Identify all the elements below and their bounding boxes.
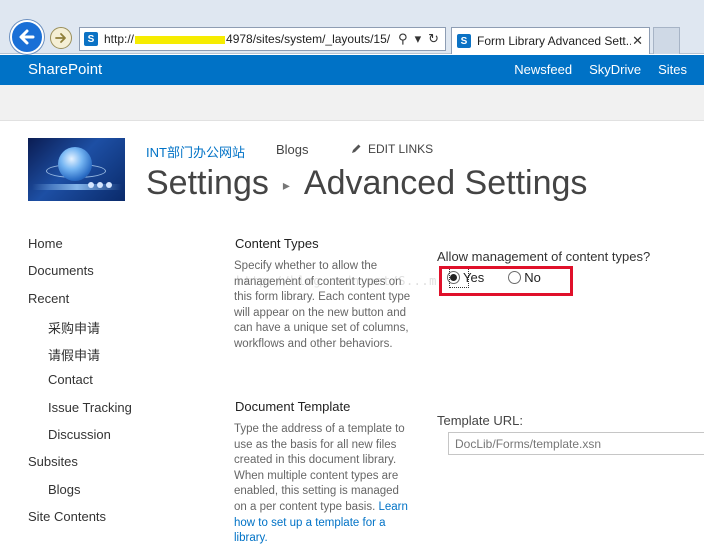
address-bar[interactable]: S http://4978/sites/system/_layouts/15/ … xyxy=(79,27,446,51)
refresh-icon[interactable]: ↻ xyxy=(428,31,439,47)
site-logo[interactable] xyxy=(28,138,125,201)
address-url[interactable]: http://4978/sites/system/_layouts/15/ xyxy=(104,32,390,46)
nav-item-purchase-request[interactable]: 采购申请 xyxy=(48,318,100,337)
breadcrumb-separator-icon: ▸ xyxy=(282,177,290,193)
search-icon[interactable]: ⚲ xyxy=(398,31,408,47)
nav-item-leave-request[interactable]: 请假申请 xyxy=(48,345,100,364)
redaction-highlight xyxy=(135,35,226,44)
arrow-left-icon xyxy=(19,29,35,45)
suite-link-newsfeed[interactable]: Newsfeed xyxy=(514,62,572,77)
annotation-highlight-box xyxy=(439,266,573,296)
arrow-right-icon xyxy=(55,33,66,43)
tab-title: Form Library Advanced Sett... xyxy=(477,34,631,48)
edit-links-button[interactable]: EDIT LINKS xyxy=(350,142,433,156)
nav-item-subsites[interactable]: Subsites xyxy=(28,454,78,469)
ribbon-bar xyxy=(0,85,704,121)
nav-item-blogs[interactable]: Blogs xyxy=(48,482,81,497)
breadcrumb-settings[interactable]: Settings xyxy=(146,164,269,203)
nav-item-recent[interactable]: Recent xyxy=(28,291,69,306)
document-template-description: Type the address of a template to use as… xyxy=(234,423,408,545)
template-url-label: Template URL: xyxy=(437,413,523,428)
page: S http://4978/sites/system/_layouts/15/ … xyxy=(0,0,704,547)
globe-icon xyxy=(58,147,92,181)
nav-item-home[interactable]: Home xyxy=(28,236,63,251)
sharepoint-favicon-icon: S xyxy=(457,34,471,48)
brand-label[interactable]: SharePoint xyxy=(28,61,102,78)
nav-item-discussion[interactable]: Discussion xyxy=(48,427,111,442)
page-title: Settings ▸ Advanced Settings xyxy=(146,164,587,203)
site-name-link[interactable]: INT部门办公网站 xyxy=(146,142,245,161)
content-types-question: Allow management of content types? xyxy=(437,249,651,264)
suite-link-skydrive[interactable]: SkyDrive xyxy=(589,62,641,77)
template-url-input[interactable] xyxy=(448,432,704,455)
pencil-icon xyxy=(352,144,361,153)
nav-item-documents[interactable]: Documents xyxy=(28,263,94,278)
sharepoint-favicon-icon: S xyxy=(84,32,98,46)
back-button[interactable] xyxy=(10,20,44,54)
content-types-title: Content Types xyxy=(235,236,319,251)
nav-item-site-contents[interactable]: Site Contents xyxy=(28,509,106,524)
watermark-text: http://blog.csdn.net/S...m xyxy=(236,274,437,288)
forward-button[interactable] xyxy=(50,27,72,49)
dropdown-icon[interactable]: ▾ xyxy=(415,31,422,47)
suite-links: Newsfeed SkyDrive Sites xyxy=(514,62,687,77)
close-icon[interactable]: ✕ xyxy=(632,33,643,49)
nav-item-issue-tracking[interactable]: Issue Tracking xyxy=(48,400,132,415)
top-nav-blogs[interactable]: Blogs xyxy=(276,142,309,157)
nav-item-contact[interactable]: Contact xyxy=(48,372,93,387)
edit-links-label: EDIT LINKS xyxy=(368,142,434,156)
breadcrumb-current: Advanced Settings xyxy=(303,164,588,202)
document-template-title: Document Template xyxy=(235,399,351,414)
suite-bar: SharePoint Newsfeed SkyDrive Sites xyxy=(0,55,704,85)
browser-chrome: S http://4978/sites/system/_layouts/15/ … xyxy=(0,0,704,54)
suite-link-sites[interactable]: Sites xyxy=(658,62,687,77)
browser-tab[interactable]: S Form Library Advanced Sett... ✕ xyxy=(451,27,650,54)
new-tab-button[interactable] xyxy=(653,27,680,54)
logo-dots xyxy=(88,182,112,188)
